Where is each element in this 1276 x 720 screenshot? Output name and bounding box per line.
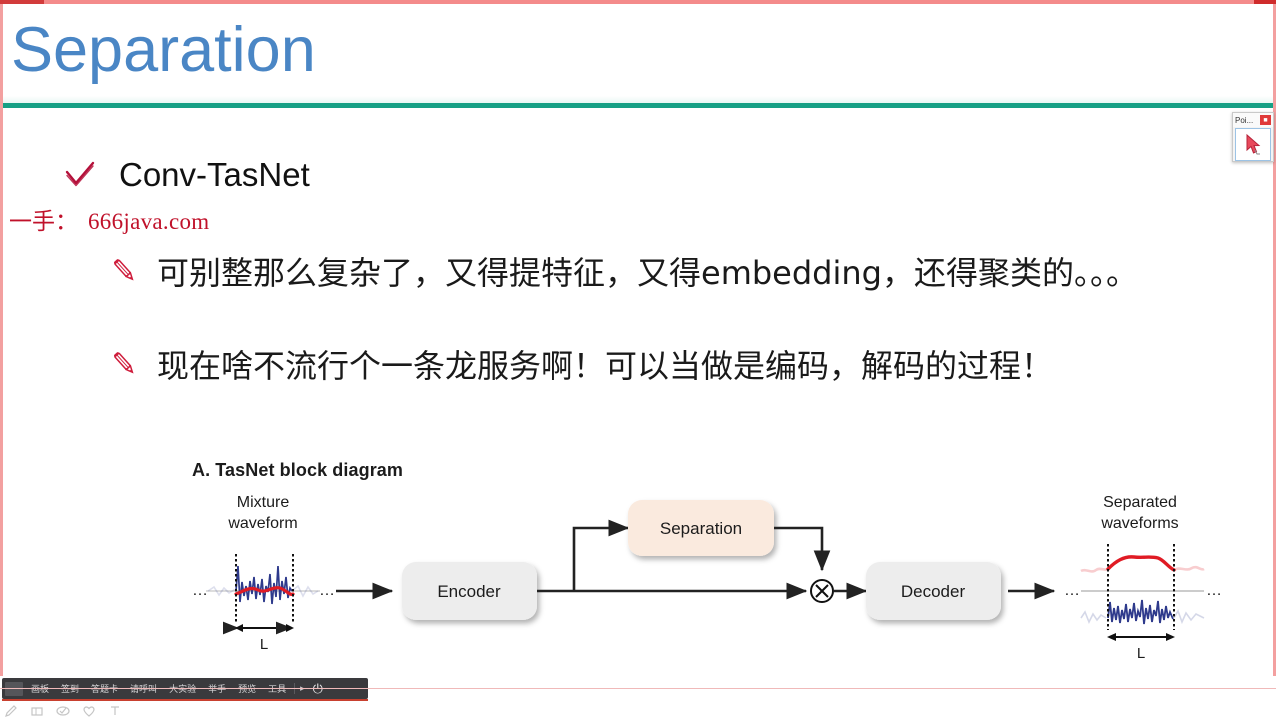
pen-tool-icon[interactable] <box>4 704 18 718</box>
figure-caption: A. TasNet block diagram <box>192 460 404 480</box>
pencil-icon <box>109 348 141 380</box>
separated-label-line1: Separated <box>1103 494 1177 511</box>
floating-widget-body[interactable] <box>1235 128 1271 161</box>
toolbar-active-underline <box>2 699 368 701</box>
note-text-1: 可别整那么复杂了，又得提特征，又得embedding，还得聚类的。。。 <box>157 254 1138 292</box>
screen-root: Separation Conv-TasNet 一手： 666java.com 可… <box>0 0 1276 720</box>
presentation-slide: Separation Conv-TasNet 一手： 666java.com 可… <box>3 4 1273 672</box>
annotation-tool-row[interactable] <box>4 704 122 718</box>
watermark-prefix: 一手： <box>9 209 78 234</box>
branch-encoder-to-separation <box>572 519 630 591</box>
note-row-2: 现在啥不流行个一条龙服务啊！可以当做是编码，解码的过程！ <box>109 341 1053 387</box>
watermark: 一手： 666java.com <box>9 202 209 236</box>
ellipsis-right: … <box>319 582 335 599</box>
eraser-tool-icon[interactable] <box>30 704 44 718</box>
multiply-node <box>810 579 834 603</box>
ellipsis-left-out: … <box>1064 582 1080 599</box>
mixture-length-label: L <box>260 636 268 653</box>
watermark-url: 666java.com <box>88 209 210 234</box>
note-row-1: 可别整那么复杂了，又得提特征，又得embedding，还得聚类的。。。 <box>109 248 1138 294</box>
ellipsis-left: … <box>192 582 208 599</box>
mixture-label-line1: Mixture <box>237 494 290 511</box>
laser-pointer-cursor-icon <box>1244 133 1266 162</box>
share-hairline <box>0 688 1276 689</box>
encoder-label: Encoder <box>437 582 501 601</box>
separated-label-line2: waveforms <box>1100 515 1178 532</box>
classroom-toolbar-area: 画板 签到 答题卡 请呼叫 大实验 举手 预览 工具 ▸ ⏻ <box>0 676 1276 720</box>
heart-tool-icon[interactable] <box>82 704 96 718</box>
separated-length-label: L <box>1137 645 1145 662</box>
separation-label: Separation <box>660 519 742 538</box>
check-icon <box>63 158 97 192</box>
floating-annotation-widget[interactable]: Poi... ■ <box>1232 112 1274 162</box>
close-icon[interactable]: ■ <box>1260 115 1271 125</box>
text-tool-icon[interactable] <box>108 704 122 718</box>
title-rule-glow <box>3 96 1273 103</box>
bullet-conv-tasnet: Conv-TasNet <box>63 156 310 194</box>
page-title: Separation <box>11 15 316 85</box>
bullet-conv-tasnet-label: Conv-TasNet <box>119 156 310 193</box>
mixture-waveform-blue <box>235 565 293 605</box>
floating-widget-title: Poi... <box>1235 115 1254 125</box>
note-text-2: 现在啥不流行个一条龙服务啊！可以当做是编码，解码的过程！ <box>157 347 1054 385</box>
pencil-icon <box>109 255 141 287</box>
mixture-label-line2: waveform <box>227 515 297 532</box>
mixture-waveform-group: Mixture waveform … … L <box>192 494 335 653</box>
tasnet-block-diagram: A. TasNet block diagram Mixture waveform… <box>188 454 1228 662</box>
title-divider <box>3 103 1273 108</box>
separated-waveform-group: Separated waveforms … … L <box>1064 494 1222 662</box>
decoder-label: Decoder <box>901 582 966 601</box>
line-separation-to-multiply <box>774 526 831 572</box>
ellipsis-right-out: … <box>1206 582 1222 599</box>
separated-waveform-blue <box>1107 599 1174 625</box>
separated-waveform-red <box>1106 555 1176 572</box>
floating-widget-titlebar[interactable]: Poi... ■ <box>1233 113 1273 127</box>
shape-tool-icon[interactable] <box>56 704 70 718</box>
